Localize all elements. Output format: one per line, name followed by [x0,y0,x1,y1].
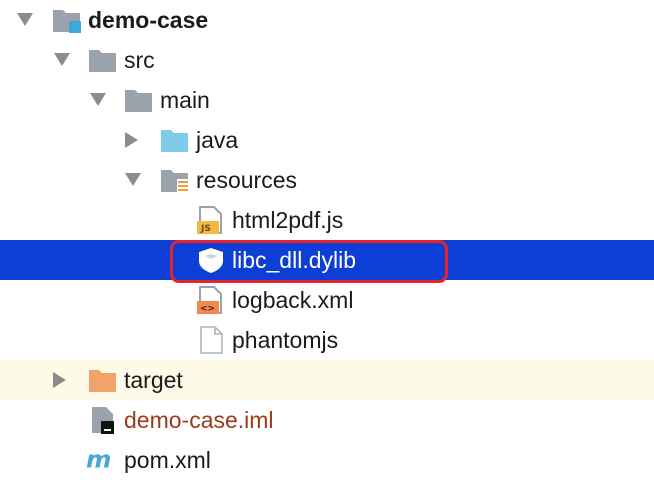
expand-arrow-icon[interactable] [125,173,141,186]
collapse-arrow-icon[interactable] [125,132,138,148]
xml-file-icon: <> [197,286,222,314]
tree-item-src[interactable]: src [0,40,654,80]
project-tree: demo-case src main java resources JS htm… [0,0,654,480]
js-file-icon: JS [197,206,222,234]
expand-arrow-icon[interactable] [90,93,106,106]
svg-text:<>: <> [200,304,215,314]
tree-item-label: java [196,127,239,153]
selection-outline [170,240,448,283]
tree-item-label: phantomjs [232,327,339,353]
source-folder-icon [161,130,188,152]
tree-item-label: demo-case [88,7,209,33]
tree-item-label: main [160,87,210,113]
tree-item-label: resources [196,167,297,193]
tree-item-main[interactable]: main [0,80,654,120]
collapse-arrow-icon[interactable] [53,372,66,388]
tree-item-label: pom.xml [124,447,211,473]
tree-item-label: demo-case.iml [124,407,274,433]
tree-item-html2pdf-js[interactable]: JS html2pdf.js [0,200,654,240]
tree-item-label: html2pdf.js [232,207,344,233]
iml-file-icon [92,407,114,434]
tree-item-java[interactable]: java [0,120,654,160]
tree-item-resources[interactable]: resources [0,160,654,200]
tree-item-label: logback.xml [232,287,354,313]
svg-text:m: m [86,446,111,474]
tree-item-logback-xml[interactable]: <> logback.xml [0,280,654,320]
excluded-folder-icon [89,370,116,392]
svg-text:JS: JS [200,224,211,234]
module-folder-icon [53,10,81,33]
tree-item-label: src [124,47,155,73]
expand-arrow-icon[interactable] [54,53,70,66]
tree-item-pom-xml[interactable]: m pom.xml [0,440,654,480]
tree-item-demo-case-iml[interactable]: demo-case.iml [0,400,654,440]
tree-item-label: target [124,367,183,393]
expand-arrow-icon[interactable] [17,13,33,26]
folder-icon [125,90,152,112]
resources-folder-icon [161,170,189,193]
maven-icon: m [86,446,111,474]
tree-item-demo-case[interactable]: demo-case [0,0,654,40]
file-icon [200,326,223,354]
folder-icon [89,50,116,72]
tree-item-phantomjs[interactable]: phantomjs [0,320,654,360]
tree-item-target[interactable]: target [0,360,654,400]
